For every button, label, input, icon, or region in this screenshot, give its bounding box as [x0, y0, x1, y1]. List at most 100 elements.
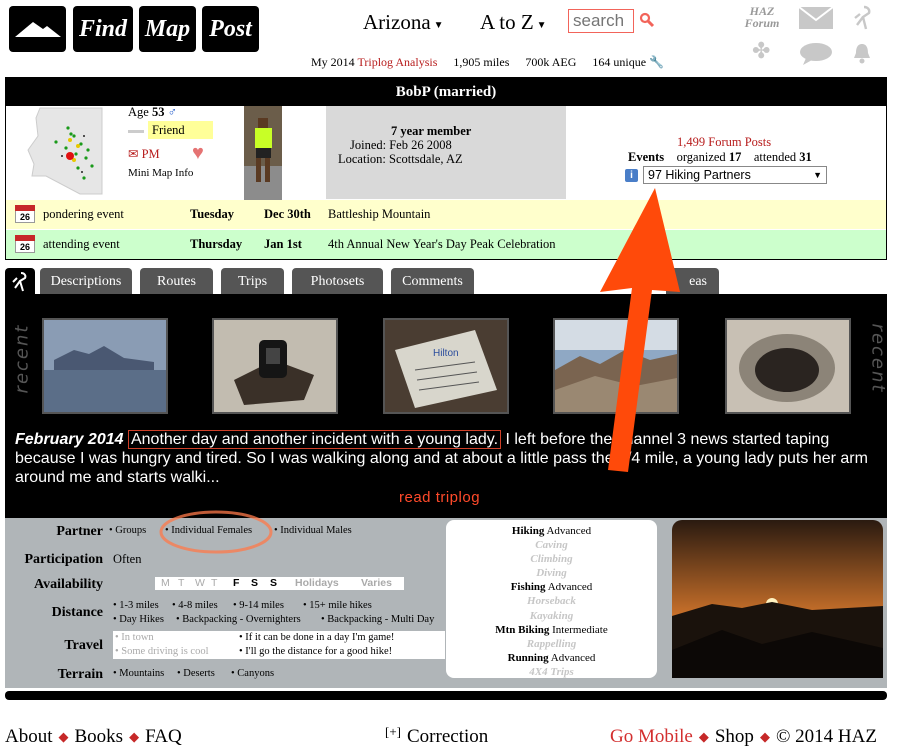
activity-row: Rappelling [526, 637, 577, 650]
age-label: Age [128, 105, 149, 119]
search-icon[interactable] [639, 12, 655, 28]
sunset-photo[interactable] [672, 520, 883, 678]
correction-label: Correction [407, 726, 489, 747]
bell-icon[interactable] [852, 42, 872, 64]
profile-panel: BobP (married) Age 53 ♂ Friend ✉ PM ♥ Mi… [5, 77, 887, 260]
footer-left: About ◆ Books ◆ FAQ [5, 726, 182, 748]
correction-link[interactable]: [+] Correction [385, 724, 489, 748]
mountain-logo-icon [14, 22, 61, 37]
travel-option: • I'll go the distance for a good hike! [239, 646, 393, 657]
pm-button[interactable]: ✉ PM [128, 146, 160, 162]
chat-bubble-icon[interactable] [799, 42, 833, 66]
attended-count: 31 [799, 150, 812, 164]
activity-row: Hiking Advanced [511, 525, 592, 537]
photo-thumbnail[interactable] [212, 318, 338, 414]
hiker-settings-icon[interactable] [850, 5, 876, 31]
availability-label: Availability [34, 577, 103, 592]
activity-row: Mtn Biking Intermediate [495, 623, 608, 636]
hiking-partners-value: 97 Hiking Partners [648, 168, 751, 182]
event-row-attending[interactable]: 26 attending event Thursday Jan 1st 4th … [6, 230, 886, 259]
activity-row: Running Advanced [507, 651, 596, 664]
photo-thumbnail[interactable] [725, 318, 851, 414]
summary-date: February 2014 [15, 431, 124, 448]
photo-thumbnail[interactable] [553, 318, 679, 414]
organized-count: 17 [728, 150, 742, 164]
partner-preferences: Partner • Groups • Individual Females • … [5, 518, 887, 688]
tab-descriptions[interactable]: Descriptions [40, 268, 132, 295]
location: Location: Scottsdale, AZ [338, 152, 463, 166]
recent-label-left: recent [11, 323, 33, 394]
day: T [211, 577, 218, 589]
shop-link[interactable]: Shop [715, 726, 754, 748]
member-info-box: 7 year member Joined: Feb 26 2008 Locati… [326, 106, 566, 199]
a-to-z-label: A to Z [480, 10, 534, 34]
tab-hiker-icon[interactable] [5, 268, 35, 295]
terrain-option: • Mountains [113, 668, 165, 679]
mini-map[interactable] [26, 106, 106, 198]
calendar-icon: 26 [15, 235, 35, 253]
wrench-icon[interactable]: 🔧 [649, 55, 664, 69]
distance-option: • Backpacking - Overnighters [176, 614, 301, 625]
search-input[interactable] [568, 9, 634, 33]
terrain-label: Terrain [57, 667, 103, 682]
mini-map-info-link[interactable]: Mini Map Info [128, 167, 193, 179]
tab-routes[interactable]: Routes [140, 268, 213, 295]
recent-label-right: recent [867, 323, 889, 394]
activity-row: Fishing Advanced [510, 581, 593, 594]
post-button[interactable]: Post [202, 6, 259, 52]
age-value: 53 [151, 105, 165, 119]
hiking-partners-select[interactable]: 97 Hiking Partners ▼ [643, 166, 827, 184]
event-name-link[interactable]: Battleship Mountain [328, 207, 430, 222]
books-link[interactable]: Books [75, 726, 124, 748]
activities-list: Hiking Advanced Caving Climbing Diving F… [446, 520, 657, 678]
attended-label: attended [753, 150, 797, 164]
day: M [161, 577, 170, 589]
event-name-link[interactable]: 4th Annual New Year's Day Peak Celebrati… [328, 237, 556, 252]
faq-link[interactable]: FAQ [145, 726, 182, 748]
copyright: © 2014 HAZ [775, 726, 877, 747]
heart-icon[interactable]: ♥ [192, 142, 204, 165]
a-to-z-menu[interactable]: A to Z ▼ [480, 10, 547, 35]
read-triplog-link[interactable]: read triplog [399, 489, 480, 506]
forum-posts-link[interactable]: 1,499 Forum Posts [677, 135, 771, 150]
tab-photosets[interactable]: Photosets [292, 268, 383, 295]
expand-icon: [+] [385, 724, 401, 739]
about-link[interactable]: About [5, 726, 53, 748]
haz-forum-link[interactable]: HAZ Forum [740, 5, 784, 29]
haz-forum-line2: Forum [744, 16, 780, 30]
mail-icon[interactable] [798, 6, 834, 30]
tab-trips[interactable]: Trips [221, 268, 284, 295]
info-icon[interactable]: i [625, 169, 638, 182]
summary-highlight[interactable]: Another day and another incident with a … [127, 430, 502, 449]
activity-row: Caving [535, 539, 568, 552]
photo-thumbnail[interactable]: Hilton [383, 318, 509, 414]
svg-text:Hilton: Hilton [433, 348, 459, 359]
event-row-pondering[interactable]: 26 pondering event Tuesday Dec 30th Batt… [6, 200, 886, 229]
hiker-icon [12, 272, 27, 292]
availability-grid: M T W T F S S Holidays Varies [155, 577, 404, 590]
go-mobile-link[interactable]: Go Mobile [610, 726, 693, 748]
travel-option: • In town [115, 632, 154, 643]
arizona-menu[interactable]: Arizona ▼ [363, 10, 444, 35]
day: T [178, 577, 185, 589]
find-button[interactable]: Find [73, 6, 133, 52]
select-arrow-icon: ▼ [813, 170, 822, 180]
partner-option: • Individual Females [165, 525, 253, 536]
partner-option: • Groups [109, 525, 147, 536]
photo-thumbnail[interactable] [42, 318, 168, 414]
day: S [270, 577, 278, 589]
arizona-label: Arizona [363, 10, 431, 34]
map-button[interactable]: Map [139, 6, 196, 52]
friend-badge[interactable]: Friend [128, 120, 228, 140]
activity-row: 4X4 Trips [529, 665, 574, 678]
activity-row: Kayaking [529, 609, 574, 622]
travel-option: • Some driving is cool [115, 646, 209, 657]
tab-comments[interactable]: Comments [391, 268, 474, 295]
maple-leaf-icon[interactable]: ✤ [752, 40, 770, 62]
event-date: Jan 1st [264, 237, 302, 251]
tab-ideas[interactable]: eas [666, 268, 719, 295]
friend-bar-icon [128, 129, 144, 133]
home-logo-button[interactable] [9, 6, 66, 52]
member-years: 7 year member [391, 124, 472, 138]
triplog-analysis-link[interactable]: Triplog Analysis [357, 55, 437, 69]
